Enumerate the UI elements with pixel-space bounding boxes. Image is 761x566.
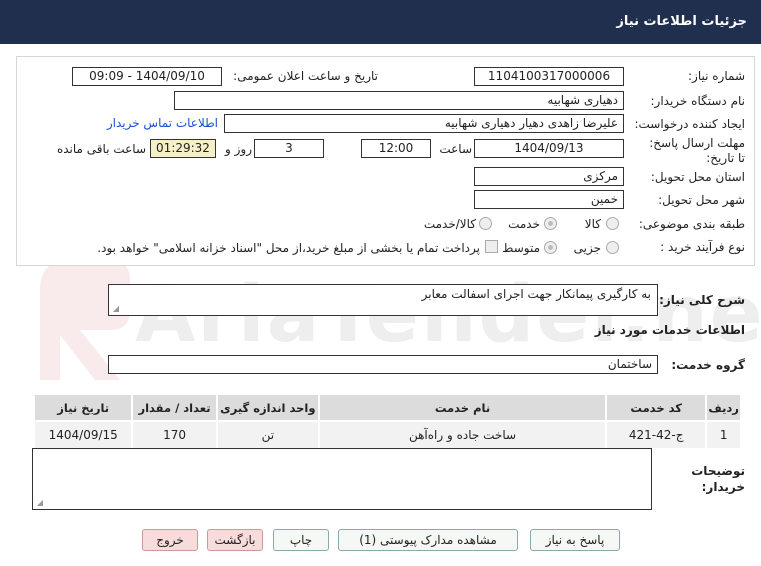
col-service-code: کد خدمت	[604, 393, 708, 422]
province-label: استان محل تحویل:	[650, 170, 745, 184]
services-table: ردیف کد خدمت نام خدمت واحد اندازه گیری ت…	[32, 393, 742, 450]
deadline-date-field: 1404/09/13	[474, 139, 624, 158]
remaining-time-field: 01:29:32	[150, 139, 216, 158]
buyer-org-field: دهیاری شهابیه	[174, 91, 624, 110]
resize-grip-icon[interactable]: ◢	[35, 499, 43, 507]
city-field: خمین	[474, 190, 624, 209]
page-header: جزئیات اطلاعات نیاز	[0, 0, 761, 44]
services-info-heading: اطلاعات خدمات مورد نیاز	[594, 323, 745, 337]
buyer-org-label: نام دستگاه خریدار:	[650, 94, 746, 108]
back-button[interactable]: بازگشت	[207, 529, 263, 551]
buyer-notes-label: توضیحات خریدار:	[691, 464, 745, 494]
exit-button[interactable]: خروج	[142, 529, 198, 551]
service-group-field: ساختمان	[108, 355, 658, 374]
table-header-row: ردیف کد خدمت نام خدمت واحد اندازه گیری ت…	[32, 393, 742, 422]
col-service-name: نام خدمت	[318, 393, 607, 422]
requester-label: ایجاد کننده درخواست:	[634, 117, 745, 131]
treasury-docs-note: پرداخت تمام یا بخشی از مبلغ خرید،از محل …	[97, 241, 480, 255]
col-unit: واحد اندازه گیری	[215, 393, 321, 422]
cell-quantity: 170	[131, 420, 218, 450]
days-label: روز و	[225, 142, 252, 156]
days-field: 3	[254, 139, 324, 158]
province-field: مرکزی	[474, 167, 624, 186]
table-row: 1 ج-42-421 ساخت جاده و راه‌آهن تن 170 14…	[32, 420, 742, 450]
process-radio-medium[interactable]	[544, 241, 557, 254]
category-option-goods: کالا	[584, 217, 601, 231]
col-need-date: تاریخ نیاز	[32, 393, 134, 422]
process-radio-minor[interactable]	[606, 241, 619, 254]
buyer-notes-textarea[interactable]: ◢	[32, 448, 652, 510]
buyer-contact-link[interactable]: اطلاعات تماس خریدار	[107, 116, 218, 130]
category-label: طبقه بندی موضوعی:	[638, 217, 745, 231]
treasury-docs-checkbox[interactable]	[485, 240, 498, 253]
resize-grip-icon[interactable]: ◢	[111, 305, 119, 313]
process-type-label: نوع فرآیند خرید :	[660, 240, 745, 254]
process-option-minor: جزیی	[573, 241, 601, 255]
deadline-label: مهلت ارسال پاسخ: تا تاریخ:	[649, 136, 745, 165]
cell-need-date: 1404/09/15	[32, 420, 134, 450]
col-quantity: تعداد / مقدار	[131, 393, 218, 422]
requester-field: علیرضا زاهدی دهیار دهیاری شهابیه	[224, 114, 624, 133]
cell-row: 1	[705, 420, 742, 450]
cell-unit: تن	[215, 420, 321, 450]
deadline-time-label: ساعت	[439, 142, 472, 156]
category-radio-service[interactable]	[544, 217, 557, 230]
process-option-medium: متوسط	[502, 241, 540, 255]
announce-datetime-label: تاریخ و ساعت اعلان عمومی:	[233, 69, 378, 83]
view-attachments-button[interactable]: مشاهده مدارک پیوستی (1)	[338, 529, 518, 551]
cell-service-code: ج-42-421	[604, 420, 708, 450]
category-option-goods-service: کالا/خدمت	[423, 217, 476, 231]
category-radio-goods-service[interactable]	[479, 217, 492, 230]
print-button[interactable]: چاپ	[273, 529, 329, 551]
col-row: ردیف	[705, 393, 742, 422]
category-option-service: خدمت	[508, 217, 540, 231]
page-title: جزئیات اطلاعات نیاز	[616, 14, 747, 29]
city-label: شهر محل تحویل:	[658, 193, 745, 207]
reply-button[interactable]: پاسخ به نیاز	[530, 529, 620, 551]
announce-datetime-field: 1404/09/10 - 09:09	[72, 67, 222, 86]
category-radio-goods[interactable]	[606, 217, 619, 230]
summary-text: به کارگیری پیمانکار جهت اجرای اسفالت معا…	[421, 287, 651, 301]
need-number-field: 1104100317000006	[474, 67, 624, 86]
cell-service-name: ساخت جاده و راه‌آهن	[318, 420, 607, 450]
deadline-time-field: 12:00	[361, 139, 431, 158]
remaining-label: ساعت باقی مانده	[56, 142, 146, 156]
service-group-label: گروه خدمت:	[671, 358, 745, 372]
need-number-label: شماره نیاز:	[688, 69, 745, 83]
summary-label: شرح کلی نیاز:	[659, 293, 745, 307]
summary-textarea[interactable]: به کارگیری پیمانکار جهت اجرای اسفالت معا…	[108, 284, 658, 316]
